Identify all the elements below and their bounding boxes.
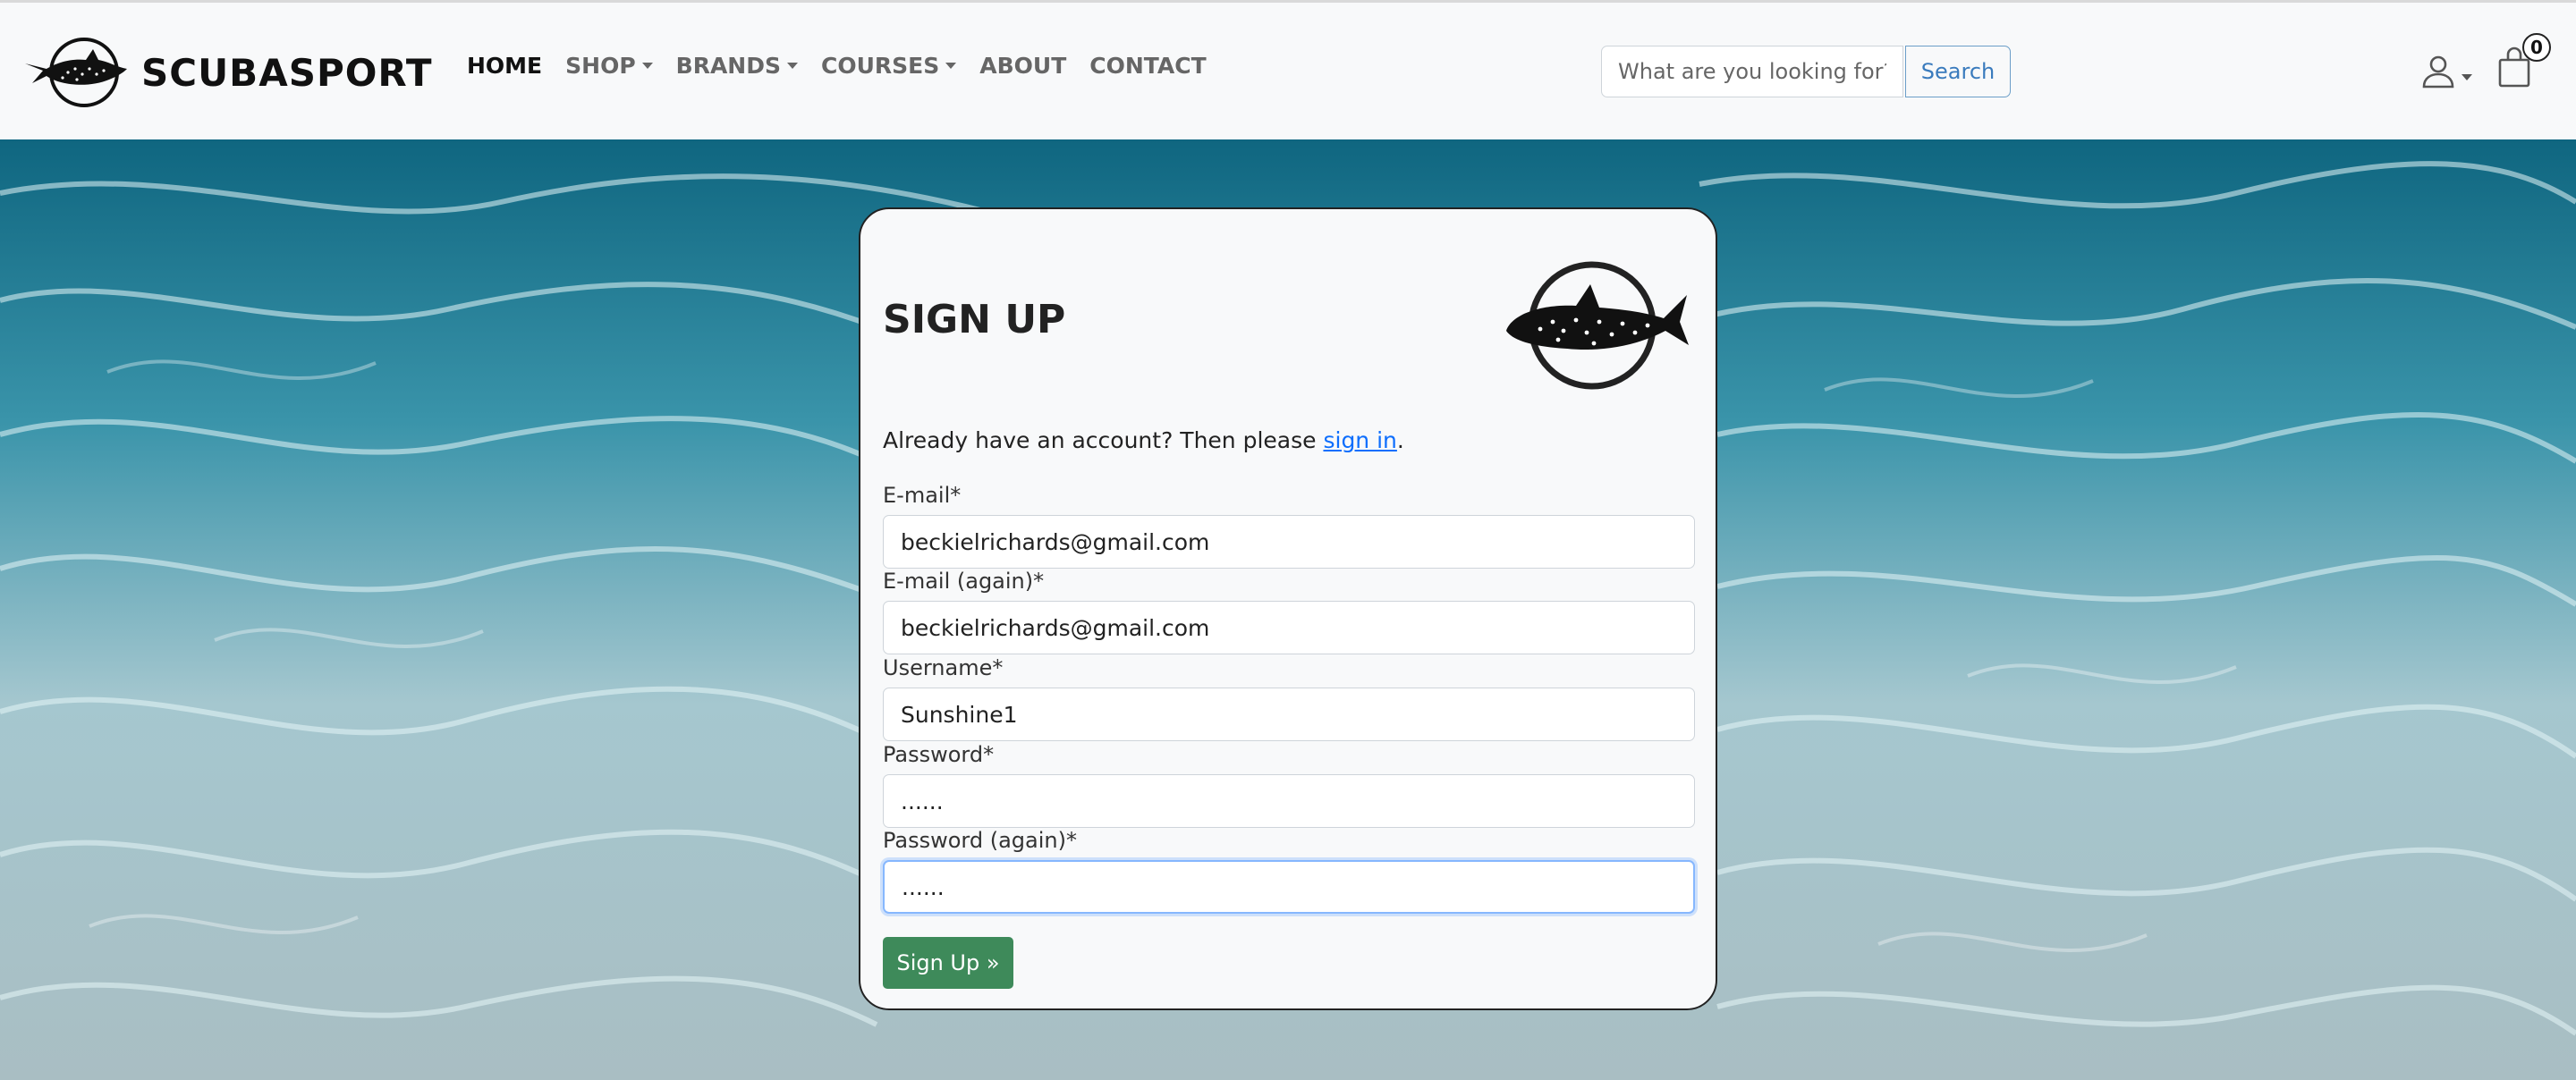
email-again-label: E-mail (again)* [883,569,1045,594]
password-field[interactable] [883,774,1695,828]
nav-item-home[interactable]: HOME [467,53,542,79]
brand-name: SCUBASPORT [141,50,433,95]
search-input[interactable] [1601,46,1903,97]
password-label: Password* [883,742,995,767]
page-title: SIGN UP [883,297,1066,342]
navbar: SCUBASPORT HOME SHOP BRANDS COURSES ABOU… [0,3,2576,139]
whale-shark-logo-icon [1506,261,1689,390]
nav-item-label: SHOP [565,53,636,79]
nav-item-about[interactable]: ABOUT [979,53,1066,79]
password-again-field[interactable] [883,860,1695,914]
caret-down-icon [641,63,653,69]
signin-prompt: Already have an account? Then please sig… [883,427,1404,453]
email-field[interactable] [883,515,1695,569]
username-label: Username* [883,655,1004,680]
signin-prompt-suffix: . [1396,427,1404,453]
caret-down-icon [787,63,798,69]
search-form: Search [1601,46,2011,97]
user-icon[interactable] [2420,53,2456,89]
nav-item-courses[interactable]: COURSES [821,53,957,79]
password-again-label: Password (again)* [883,828,1077,853]
caret-down-icon [945,63,957,69]
nav-item-label: BRANDS [675,53,781,79]
cart-count-badge[interactable]: 0 [2522,33,2551,62]
caret-down-icon[interactable] [2462,74,2472,80]
email-again-field[interactable] [883,601,1695,654]
signup-card: SIGN UP Already have an account? Then pl… [859,207,1717,1010]
main-nav: HOME SHOP BRANDS COURSES ABOUT CONTACT [467,53,1230,79]
signin-prompt-text: Already have an account? Then please [883,427,1324,453]
nav-item-label: HOME [467,53,543,79]
email-label: E-mail* [883,483,962,508]
nav-item-label: COURSES [821,53,940,79]
nav-item-brands[interactable]: BRANDS [676,53,798,79]
whale-shark-logo-icon [25,38,127,107]
nav-item-contact[interactable]: CONTACT [1089,53,1206,79]
username-field[interactable] [883,688,1695,741]
brand[interactable]: SCUBASPORT [23,37,433,108]
signin-link[interactable]: sign in [1323,427,1396,453]
nav-item-label: ABOUT [979,53,1067,79]
signup-button[interactable]: Sign Up » [883,937,1013,989]
nav-item-shop[interactable]: SHOP [565,53,653,79]
search-button[interactable]: Search [1905,46,2011,97]
nav-item-label: CONTACT [1089,53,1207,79]
